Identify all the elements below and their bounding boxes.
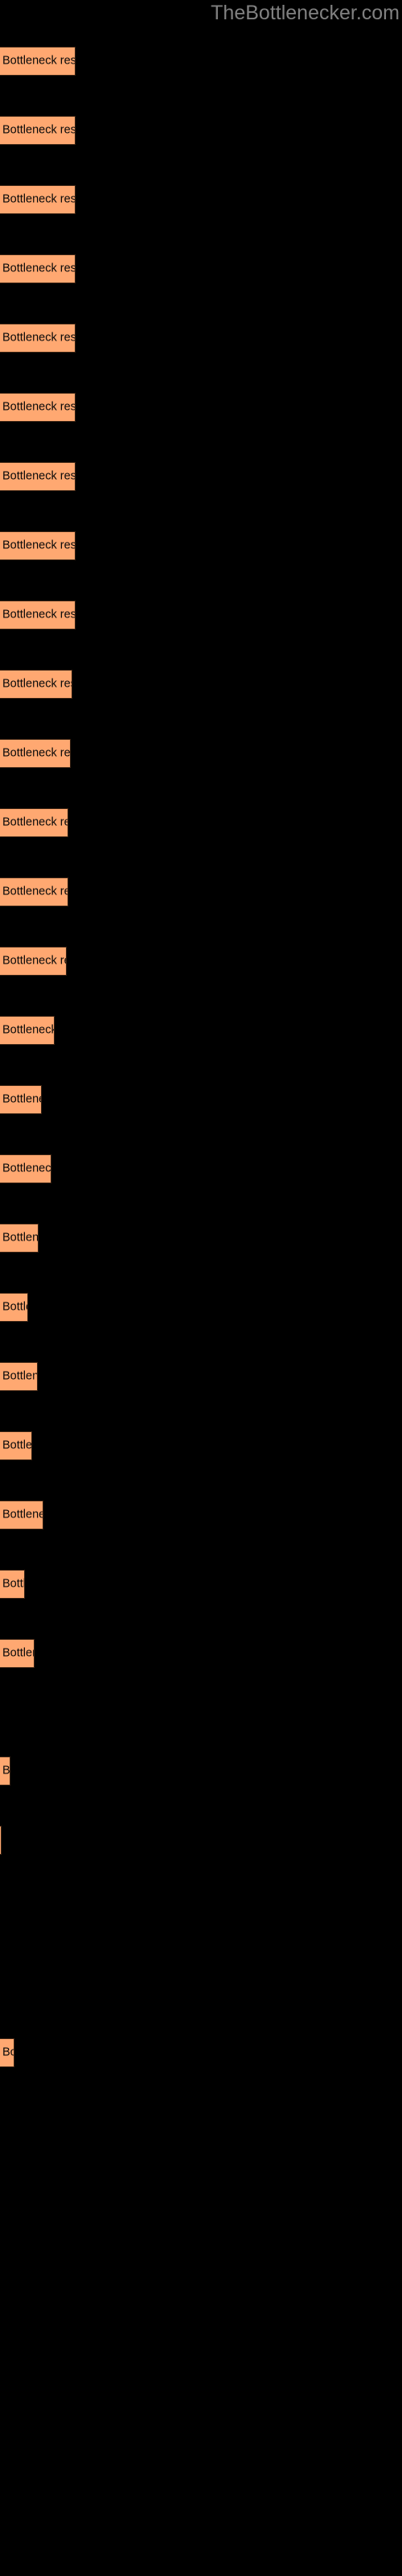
bar[interactable]: Bottleneck result	[0, 1362, 38, 1391]
bar-label: Bottleneck result	[2, 1439, 32, 1452]
bar-label: Bottleneck result	[2, 1646, 34, 1660]
bar[interactable]: Bottleneck result	[0, 947, 67, 976]
bar-row: Bottleneck result	[0, 1154, 402, 1183]
bar[interactable]: Bottleneck result	[0, 1154, 51, 1183]
bar-label: Bottleneck result	[2, 1092, 41, 1106]
bar[interactable]: Bottleneck result	[0, 1826, 2, 1855]
bar[interactable]: Bottleneck result	[0, 116, 76, 145]
bar-row: Bottleneck result	[0, 1362, 402, 1391]
bar-row: Bottleneck result	[0, 601, 402, 630]
bar[interactable]: Bottleneck result	[0, 601, 76, 630]
bar-label: Bottleneck result	[2, 1508, 43, 1521]
bar-label: Bottleneck result	[2, 954, 66, 968]
bar[interactable]: Bottleneck result	[0, 185, 76, 214]
bar-row: Bottleneck result	[0, 185, 402, 214]
bar[interactable]: Bottleneck result	[0, 1570, 25, 1599]
bar-label: Bottleneck result	[2, 1162, 51, 1175]
bottleneck-bar-chart: Bottleneck result Bottleneck result Bottle…	[0, 0, 402, 2576]
bar-label: Bottleneck result	[2, 539, 76, 552]
bar-row: Bottleneck result	[0, 393, 402, 422]
bar-row: Bottleneck result	[0, 324, 402, 353]
bar[interactable]: Bottleneck result	[0, 670, 72, 699]
bar-label: Bottleneck result	[2, 1577, 25, 1591]
bar-label: Bottleneck result	[2, 400, 76, 414]
bar[interactable]: Bottleneck result	[0, 739, 71, 768]
bar-row: Bottleneck result	[0, 670, 402, 699]
bar-label: Bottleneck result	[2, 54, 76, 68]
bar-label: Bottleneck result	[2, 608, 76, 621]
bar[interactable]: Bottleneck result	[0, 1501, 43, 1530]
bar-row: Bottleneck result	[0, 1016, 402, 1045]
bar[interactable]: Bottleneck result	[0, 324, 76, 353]
bar[interactable]: Bottleneck result	[0, 808, 68, 837]
bar-label: Bottleneck result	[2, 1369, 38, 1383]
bar-row: Bottleneck result	[0, 1826, 402, 1855]
bar-label: Bottleneck result	[2, 885, 68, 898]
bar[interactable]: Bottleneck result	[0, 1639, 35, 1668]
bar-row: Bottleneck result	[0, 808, 402, 837]
bar-row: Bottleneck result	[0, 739, 402, 768]
bar-row: Bottleneck result	[0, 2038, 402, 2067]
bar[interactable]: Bottleneck result	[0, 254, 76, 283]
bar[interactable]: Bottleneck result	[0, 531, 76, 560]
bar-label: Bottleneck result	[2, 1231, 39, 1245]
bar[interactable]: Bottleneck result	[0, 47, 76, 76]
bar-row: Bottleneck result	[0, 947, 402, 976]
bar[interactable]: Bottleneck result	[0, 1293, 28, 1322]
bar-row: Bottleneck result	[0, 1085, 402, 1114]
bar-row: Bottleneck result	[0, 1757, 402, 1785]
bar-row: Bottleneck result	[0, 1431, 402, 1460]
bar-row: Bottleneck result	[0, 1293, 402, 1322]
bar-label: Bottleneck result	[2, 469, 76, 483]
bar-row: Bottleneck result	[0, 1570, 402, 1599]
bar-row: Bottleneck result	[0, 877, 402, 906]
bar-label: Bottleneck result	[2, 1764, 10, 1777]
bar-row: Bottleneck result	[0, 462, 402, 491]
bar[interactable]: Bottleneck result	[0, 462, 76, 491]
bar-row: Bottleneck result	[0, 1224, 402, 1253]
bar-row: Bottleneck result	[0, 47, 402, 76]
bar-label: Bottleneck result	[2, 746, 71, 760]
bar-label: Bottleneck result	[2, 815, 68, 829]
bar-label: Bottleneck result	[2, 1023, 55, 1037]
bar-label: Bottleneck result	[2, 262, 76, 275]
bar-row: Bottleneck result	[0, 1501, 402, 1530]
bar-label: Bottleneck result	[2, 123, 76, 137]
bar[interactable]: Bottleneck result	[0, 1757, 10, 1785]
bar[interactable]: Bottleneck result	[0, 2038, 14, 2067]
bar-label: Bottleneck result	[2, 2046, 14, 2059]
bar[interactable]: Bottleneck result	[0, 393, 76, 422]
bar-row: Bottleneck result	[0, 116, 402, 145]
bar-label: Bottleneck result	[2, 677, 72, 691]
bar[interactable]: Bottleneck result	[0, 1224, 39, 1253]
bar[interactable]: Bottleneck result	[0, 1431, 32, 1460]
bar-label: Bottleneck result	[2, 331, 76, 345]
bar[interactable]: Bottleneck result	[0, 1085, 42, 1114]
bar[interactable]: Bottleneck result	[0, 877, 68, 906]
bar-row: Bottleneck result	[0, 531, 402, 560]
bar-row: Bottleneck result	[0, 1639, 402, 1668]
bar-label: Bottleneck result	[2, 192, 76, 206]
bar-row: Bottleneck result	[0, 254, 402, 283]
bar-label: Bottleneck result	[2, 1300, 27, 1314]
bar[interactable]: Bottleneck result	[0, 1016, 55, 1045]
